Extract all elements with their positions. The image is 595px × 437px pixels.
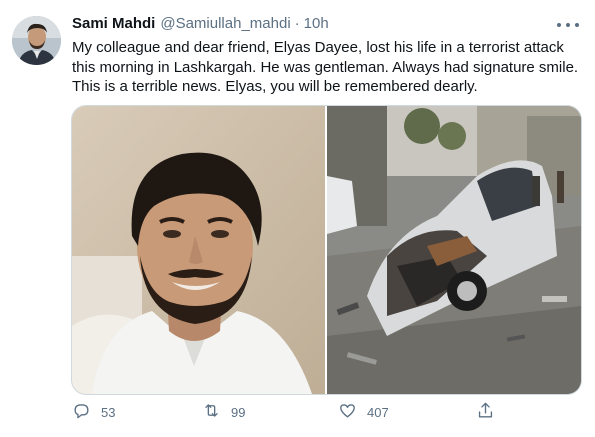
media-grid <box>71 105 582 395</box>
reply-count: 53 <box>101 404 116 420</box>
retweet-button[interactable]: 99 <box>202 400 245 424</box>
tweet-actions: 53 99 407 <box>72 400 512 424</box>
tweet-text-line: My colleague and dear friend, Elyas Daye… <box>72 39 564 56</box>
author-handle[interactable]: @Samiullah_mahdi <box>160 15 290 32</box>
tweet-text: My colleague and dear friend, Elyas Daye… <box>72 38 587 97</box>
reply-icon <box>72 401 91 423</box>
author-name[interactable]: Sami Mahdi <box>72 15 155 32</box>
tweet-timestamp[interactable]: 10h <box>304 15 329 32</box>
retweet-count: 99 <box>231 404 246 420</box>
retweet-icon <box>202 401 221 423</box>
reply-button[interactable]: 53 <box>72 400 115 424</box>
avatar[interactable] <box>12 16 61 65</box>
tweet-text-line: this morning in Lashkargah. He was gentl… <box>72 58 579 76</box>
share-icon <box>476 401 495 423</box>
portrait-photo[interactable] <box>72 106 325 394</box>
wreckage-photo[interactable] <box>327 106 581 394</box>
like-count: 407 <box>367 404 389 420</box>
tweet-text-line: This is a terrible news. Elyas, you will… <box>72 78 478 95</box>
tweet[interactable]: Sami Mahdi @Samiullah_mahdi · 10h My col… <box>0 0 595 437</box>
more-icon[interactable] <box>557 18 579 32</box>
like-button[interactable]: 407 <box>338 400 389 424</box>
like-icon <box>338 401 357 423</box>
separator-dot: · <box>294 15 300 32</box>
tweet-header: Sami Mahdi @Samiullah_mahdi · 10h <box>72 15 595 35</box>
share-button[interactable] <box>476 400 495 424</box>
